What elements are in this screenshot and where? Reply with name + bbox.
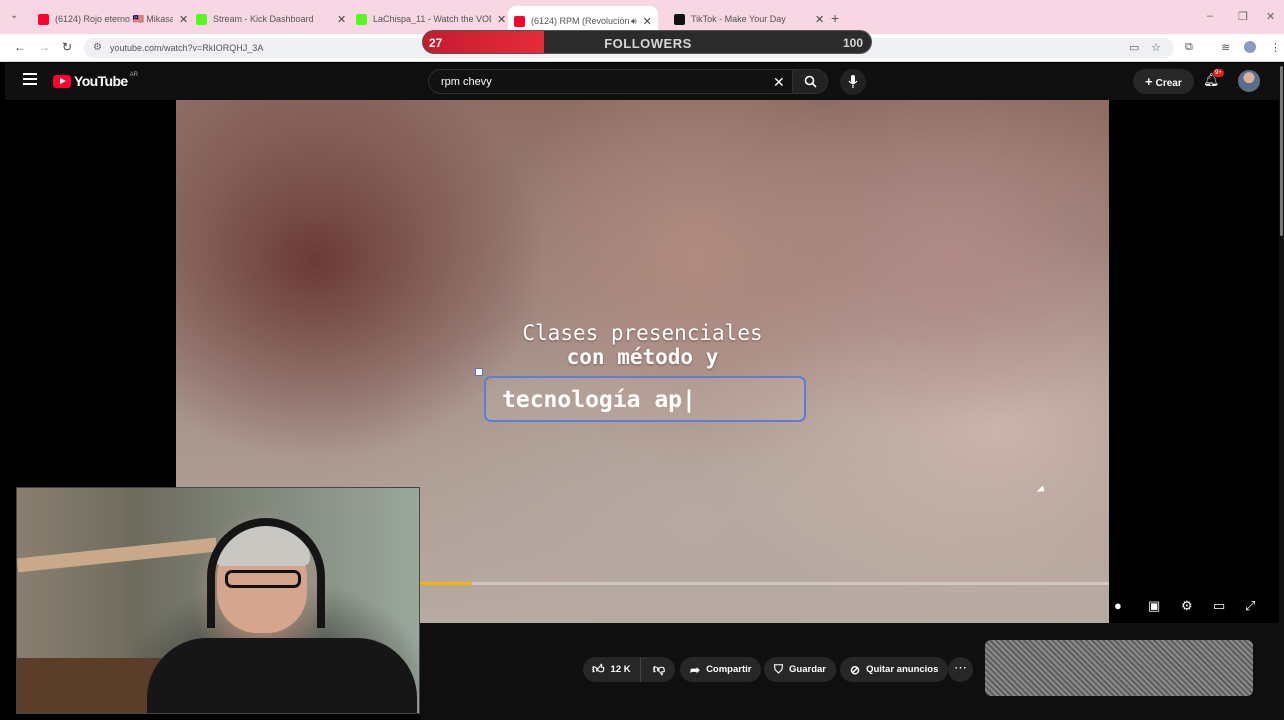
fullscreen-icon[interactable]: ⤢	[1245, 598, 1255, 614]
tab-title: Stream - Kick Dashboard	[213, 14, 314, 24]
back-icon[interactable]: ←	[14, 40, 26, 54]
close-tab-icon[interactable]: ✕	[497, 13, 506, 26]
followers-goal-overlay: 27 FOLLOWERS 100	[422, 30, 872, 54]
webcam-bed	[17, 658, 167, 713]
restore-icon[interactable]: ❐	[1238, 10, 1248, 23]
share-label: Compartir	[706, 664, 752, 675]
next-video-thumbnail[interactable]	[985, 640, 1253, 696]
kick-favicon-icon	[196, 13, 207, 25]
like-dislike-group: 👍︎ 12 K 👎︎	[583, 657, 675, 682]
bookmark-star-icon[interactable]: ☆	[1151, 41, 1161, 54]
followers-label: FOLLOWERS	[604, 36, 692, 51]
tab-title: TikTok - Make Your Day	[691, 14, 786, 24]
dislike-button[interactable]: 👎︎	[643, 657, 675, 682]
video-caption-textbox: tecnología ap|	[484, 376, 806, 422]
youtube-favicon-icon	[38, 13, 49, 25]
webcam-person-body	[147, 638, 417, 713]
thumbs-down-icon: 👎︎	[652, 662, 666, 676]
more-actions-button[interactable]: ⋯	[948, 657, 973, 682]
bookmark-icon: ⛉	[774, 662, 784, 676]
caption-selection-handle	[475, 368, 483, 376]
close-tab-icon[interactable]: ✕	[643, 15, 652, 28]
remove-ads-button[interactable]: ⊘ Quitar anuncios	[840, 657, 949, 682]
new-tab-button[interactable]: +	[831, 10, 839, 26]
tab-title: LaChispa_11 - Watch the VOD	[373, 14, 491, 24]
thumbs-up-icon: 👍︎	[592, 662, 605, 676]
reload-icon[interactable]: ↻	[62, 40, 72, 54]
video-caption-line-3: tecnología ap|	[502, 387, 696, 413]
tab-kick-vod[interactable]: LaChispa_11 - Watch the VOD ✕	[350, 8, 512, 30]
youtube-header: YouTube AR rpm chevy ✕ + Crear 🔔︎ 9+	[5, 63, 1284, 100]
kick-favicon-icon	[356, 13, 367, 25]
search-input[interactable]: rpm chevy ✕	[428, 69, 800, 94]
minimize-icon[interactable]: –	[1207, 10, 1213, 22]
tab-title: (6124) Rojo eterno 🇲🇾 Mikasa ...	[55, 13, 173, 24]
youtube-logo-text: YouTube	[74, 73, 128, 89]
webcam-shelf	[17, 537, 218, 573]
save-button[interactable]: ⛉ Guardar	[764, 657, 836, 682]
media-control-icon[interactable]: ≋	[1221, 41, 1230, 54]
search-query[interactable]: rpm chevy	[441, 76, 492, 88]
video-caption-line-1: Clases presenciales	[522, 321, 763, 345]
like-button[interactable]: 👍︎ 12 K	[583, 657, 641, 682]
block-icon: ⊘	[850, 662, 861, 677]
close-tab-icon[interactable]: ✕	[815, 13, 824, 26]
settings-gear-icon[interactable]: ⚙	[1181, 598, 1193, 614]
clear-search-icon[interactable]: ✕	[773, 74, 785, 91]
address-url[interactable]: youtube.com/watch?v=RkIORQHJ_3A	[110, 43, 263, 53]
browser-menu-icon[interactable]: ⋮	[1270, 41, 1281, 54]
plus-icon: +	[1145, 74, 1153, 89]
remove-ads-label: Quitar anuncios	[866, 664, 939, 675]
speaker-icon[interactable]: 🔊︎	[631, 16, 637, 27]
save-label: Guardar	[789, 664, 826, 675]
forward-icon[interactable]: →	[38, 40, 50, 54]
search-icon	[804, 75, 817, 88]
share-button[interactable]: ➦ Compartir	[680, 657, 762, 682]
subtitles-icon[interactable]: ▣	[1148, 598, 1160, 614]
profile-avatar-icon[interactable]	[1244, 41, 1256, 53]
tab-youtube-rojo-eterno[interactable]: (6124) Rojo eterno 🇲🇾 Mikasa ... ✕	[32, 8, 194, 30]
voice-search-button[interactable]	[840, 69, 866, 95]
followers-goal-count: 100	[842, 36, 863, 50]
like-count: 12 K	[610, 664, 631, 675]
close-window-icon[interactable]: ✕	[1266, 10, 1275, 23]
tab-title: (6124) RPM (Revolución Po...	[531, 16, 629, 26]
page-scrollbar-thumb[interactable]	[1280, 66, 1283, 236]
video-progress-fill	[420, 582, 472, 585]
close-tab-icon[interactable]: ✕	[179, 13, 188, 26]
cast-icon[interactable]: ▭	[1129, 41, 1139, 54]
create-label: Crear	[1155, 78, 1182, 89]
account-avatar[interactable]	[1238, 70, 1260, 92]
youtube-play-icon	[53, 74, 71, 88]
hamburger-menu-icon[interactable]	[23, 73, 37, 85]
autoplay-toggle-icon[interactable]: ●	[1114, 598, 1122, 613]
tab-search-icon[interactable]: ⌄	[10, 10, 18, 21]
site-info-icon[interactable]: ⚙	[93, 42, 102, 53]
youtube-logo[interactable]: YouTube AR	[53, 72, 138, 89]
tab-kick-dashboard[interactable]: Stream - Kick Dashboard ✕	[190, 8, 352, 30]
share-arrow-icon: ➦	[690, 662, 701, 677]
notification-badge: 9+	[1213, 69, 1224, 77]
video-progress-bar[interactable]	[420, 582, 1109, 585]
microphone-icon	[848, 75, 858, 88]
tiktok-favicon-icon	[674, 13, 685, 25]
close-tab-icon[interactable]: ✕	[337, 13, 346, 26]
webcam-headset	[207, 518, 325, 628]
search-button[interactable]	[792, 69, 828, 94]
video-caption-line-2: con método y	[566, 345, 719, 369]
region-code: AR	[129, 72, 138, 78]
tab-tiktok[interactable]: TikTok - Make Your Day ✕	[668, 8, 830, 30]
create-button[interactable]: + Crear	[1133, 69, 1194, 94]
streamer-webcam	[16, 487, 420, 714]
theater-mode-icon[interactable]: ▭	[1213, 598, 1225, 614]
youtube-favicon-icon	[514, 15, 525, 27]
extensions-icon[interactable]: ⧉	[1185, 41, 1193, 54]
